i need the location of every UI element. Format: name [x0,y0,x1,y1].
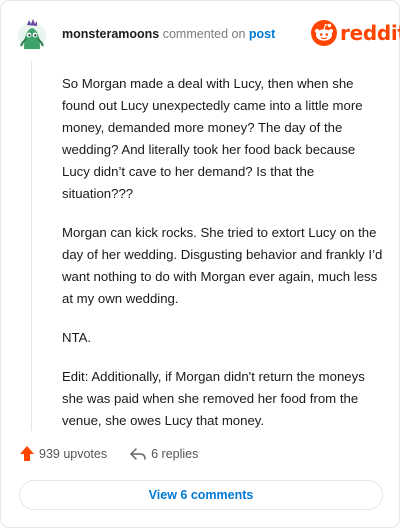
reddit-brand[interactable]: reddit [311,20,400,46]
upvote-count: 939 upvotes [39,446,108,461]
thread-line [31,61,32,431]
reply-arrow-icon [130,447,146,460]
comment-paragraph: NTA. [62,330,92,345]
action-text: commented on [162,27,246,41]
comment-body: So Morgan made a deal with Lucy, then wh… [62,73,384,449]
comment-header: monsteramoons commented on post [62,27,275,41]
post-link[interactable]: post [249,27,275,41]
comment-paragraph: Morgan can kick rocks. She tried to exto… [62,225,383,306]
comment-card: monsteramoons commented on post reddit S… [0,0,400,528]
comment-stats: 939 upvotes 6 replies [19,445,198,462]
comment-paragraph: Edit: Additionally, if Morgan didn't ret… [62,369,365,428]
replies-button[interactable]: 6 replies [129,447,198,461]
view-comments-button[interactable]: View 6 comments [19,480,383,510]
reddit-snoo-icon [311,20,337,46]
reply-count: 6 replies [151,446,199,461]
username-link[interactable]: monsteramoons [62,27,159,41]
upvote-arrow-icon [20,446,34,461]
comment-paragraph: So Morgan made a deal with Lucy, then wh… [62,76,363,201]
reddit-wordmark: reddit [340,21,400,45]
avatar-icon[interactable] [17,16,47,52]
upvote-button[interactable]: 939 upvotes [19,445,107,462]
